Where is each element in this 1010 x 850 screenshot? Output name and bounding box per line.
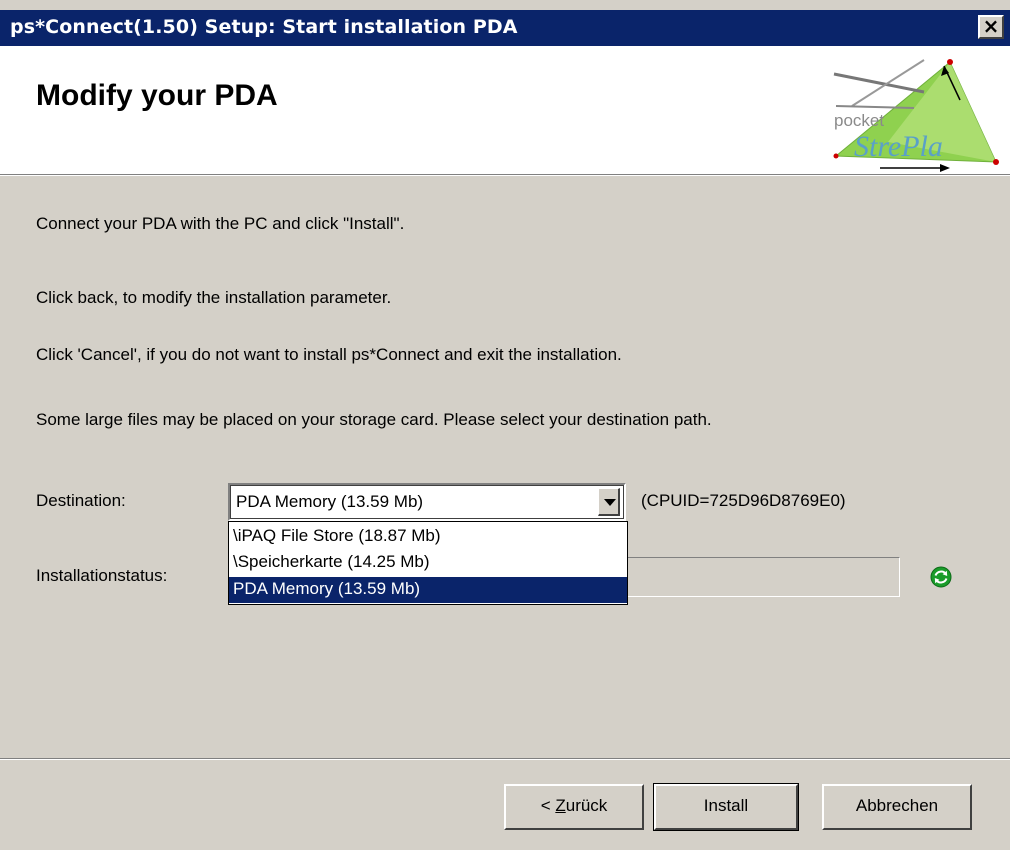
dropdown-option-speicherkarte[interactable]: \Speicherkarte (14.25 Mb) [229, 550, 627, 576]
destination-selected-value: PDA Memory (13.59 Mb) [236, 492, 424, 511]
destination-combobox[interactable]: PDA Memory (13.59 Mb) [228, 483, 626, 521]
destination-label: Destination: [36, 491, 126, 510]
chevron-down-icon [604, 499, 616, 506]
back-button-mnemonic: Z [555, 796, 566, 815]
install-button[interactable]: Install [653, 783, 799, 831]
logo-text-top: pocket [834, 111, 884, 130]
destination-dropdown-list[interactable]: \iPAQ File Store (18.87 Mb) \Speicherkar… [228, 521, 628, 605]
window-title: ps*Connect(1.50) Setup: Start installati… [10, 16, 518, 38]
setup-dialog: ps*Connect(1.50) Setup: Start installati… [0, 0, 1010, 850]
dropdown-button[interactable] [598, 488, 620, 516]
back-button-rest: urück [565, 796, 608, 815]
close-icon: × [982, 14, 1000, 38]
title-bar[interactable]: ps*Connect(1.50) Setup: Start installati… [0, 10, 1010, 46]
back-button-prefix: < [540, 796, 556, 815]
instruction-connect: Connect your PDA with the PC and click "… [36, 214, 405, 233]
cancel-button[interactable]: Abbrechen [822, 784, 972, 830]
instruction-storage: Some large files may be placed on your s… [36, 410, 712, 429]
cpuid-text: (CPUID=725D96D8769E0) [641, 491, 846, 510]
refresh-icon [930, 566, 952, 588]
dropdown-option-ipaq[interactable]: \iPAQ File Store (18.87 Mb) [229, 524, 627, 550]
dropdown-option-pda-memory[interactable]: PDA Memory (13.59 Mb) [229, 577, 627, 603]
back-button[interactable]: < Zurück [504, 784, 644, 830]
header-separator [0, 174, 1010, 176]
cancel-button-label: Abbrechen [855, 796, 939, 815]
pocketstrepla-logo: pocket StrePla [833, 59, 999, 172]
instruction-back: Click back, to modify the installation p… [36, 288, 392, 307]
installation-status-field [600, 557, 900, 597]
install-button-label: Install [703, 796, 749, 815]
close-button[interactable]: × [978, 15, 1004, 39]
footer-separator [0, 758, 1010, 760]
installation-status-label: Installationstatus: [36, 566, 168, 585]
instruction-cancel: Click 'Cancel', if you do not want to in… [36, 345, 622, 364]
page-title: Modify your PDA [36, 79, 278, 112]
logo-text-bottom: StrePla [854, 130, 943, 163]
